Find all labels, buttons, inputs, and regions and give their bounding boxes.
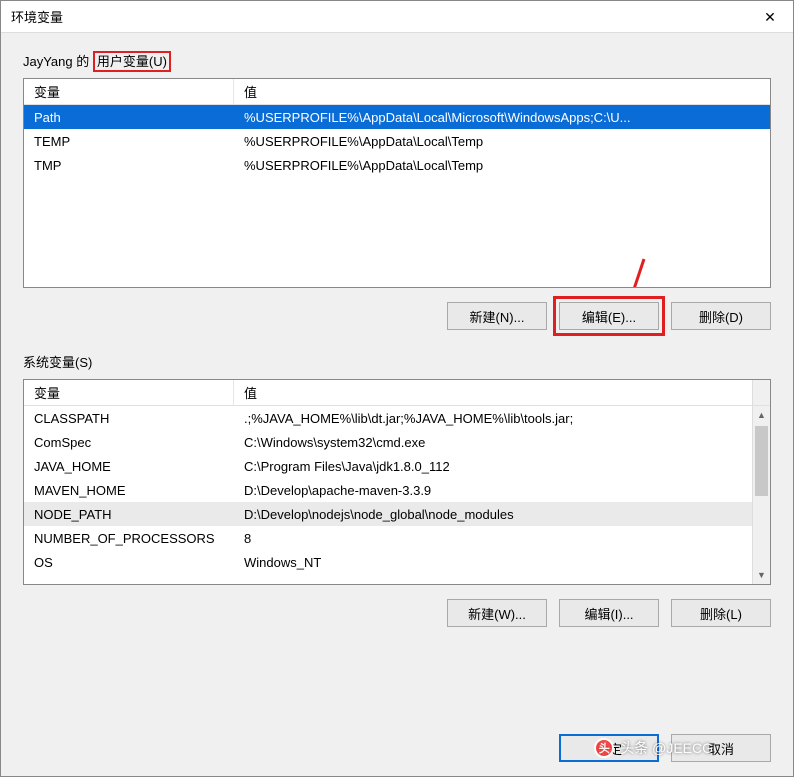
- arrow-annotation-icon: [584, 249, 664, 288]
- ok-button[interactable]: 确定: [559, 734, 659, 762]
- window-title: 环境变量: [11, 7, 63, 26]
- system-vars-label: 系统变量(S): [23, 352, 771, 371]
- col-header-value[interactable]: 值: [234, 79, 770, 104]
- dialog-content: JayYang 的 用户变量(U) 变量 值 Path %USERPROFILE…: [1, 33, 793, 687]
- user-vars-label: JayYang 的 用户变量(U): [23, 51, 771, 70]
- edit-system-var-button[interactable]: 编辑(I)...: [559, 599, 659, 627]
- col-header-variable[interactable]: 变量: [24, 79, 234, 104]
- list-header: 变量 值: [24, 380, 770, 406]
- list-row[interactable]: ComSpec C:\Windows\system32\cmd.exe: [24, 430, 752, 454]
- var-value: %USERPROFILE%\AppData\Local\Microsoft\Wi…: [234, 110, 770, 125]
- var-name: NUMBER_OF_PROCESSORS: [24, 531, 234, 546]
- var-value: %USERPROFILE%\AppData\Local\Temp: [234, 134, 770, 149]
- var-value: D:\Develop\apache-maven-3.3.9: [234, 483, 752, 498]
- var-name: TMP: [24, 158, 234, 173]
- col-header-value[interactable]: 值: [234, 380, 752, 405]
- var-name: JAVA_HOME: [24, 459, 234, 474]
- col-header-variable[interactable]: 变量: [24, 380, 234, 405]
- header-scroll-corner: [752, 380, 770, 405]
- vertical-scrollbar[interactable]: ▲ ▼: [752, 406, 770, 584]
- user-button-row: 新建(N)... 编辑(E)... 删除(D): [23, 302, 771, 330]
- var-value: .;%JAVA_HOME%\lib\dt.jar;%JAVA_HOME%\lib…: [234, 411, 752, 426]
- dialog-footer: 确定 取消: [559, 734, 771, 762]
- var-value: %USERPROFILE%\AppData\Local\Temp: [234, 158, 770, 173]
- delete-system-var-button[interactable]: 删除(L): [671, 599, 771, 627]
- list-row[interactable]: JAVA_HOME C:\Program Files\Java\jdk1.8.0…: [24, 454, 752, 478]
- var-name: Path: [24, 110, 234, 125]
- list-row[interactable]: CLASSPATH .;%JAVA_HOME%\lib\dt.jar;%JAVA…: [24, 406, 752, 430]
- cancel-button[interactable]: 取消: [671, 734, 771, 762]
- list-row[interactable]: Path %USERPROFILE%\AppData\Local\Microso…: [24, 105, 770, 129]
- user-vars-list[interactable]: 变量 值 Path %USERPROFILE%\AppData\Local\Mi…: [23, 78, 771, 288]
- var-name: CLASSPATH: [24, 411, 234, 426]
- var-value: C:\Windows\system32\cmd.exe: [234, 435, 752, 450]
- titlebar: 环境变量 ✕: [1, 1, 793, 33]
- list-row[interactable]: NUMBER_OF_PROCESSORS 8: [24, 526, 752, 550]
- scroll-up-icon[interactable]: ▲: [753, 406, 770, 424]
- env-vars-window: 环境变量 ✕ JayYang 的 用户变量(U) 变量 值 Path %USER…: [0, 0, 794, 777]
- var-name: TEMP: [24, 134, 234, 149]
- system-button-row: 新建(W)... 编辑(I)... 删除(L): [23, 599, 771, 627]
- var-name: OS: [24, 555, 234, 570]
- list-row[interactable]: TEMP %USERPROFILE%\AppData\Local\Temp: [24, 129, 770, 153]
- user-vars-highlight: 用户变量(U): [93, 51, 171, 72]
- system-list-body: CLASSPATH .;%JAVA_HOME%\lib\dt.jar;%JAVA…: [24, 406, 770, 574]
- close-icon: ✕: [764, 9, 776, 26]
- var-name: NODE_PATH: [24, 507, 234, 522]
- var-name: MAVEN_HOME: [24, 483, 234, 498]
- list-row[interactable]: MAVEN_HOME D:\Develop\apache-maven-3.3.9: [24, 478, 752, 502]
- new-user-var-button[interactable]: 新建(N)...: [447, 302, 547, 330]
- list-row[interactable]: TMP %USERPROFILE%\AppData\Local\Temp: [24, 153, 770, 177]
- new-system-var-button[interactable]: 新建(W)...: [447, 599, 547, 627]
- user-list-body: Path %USERPROFILE%\AppData\Local\Microso…: [24, 105, 770, 177]
- user-vars-prefix: JayYang 的: [23, 54, 93, 69]
- scroll-thumb[interactable]: [755, 426, 768, 496]
- list-row[interactable]: OS Windows_NT: [24, 550, 752, 574]
- delete-user-var-button[interactable]: 删除(D): [671, 302, 771, 330]
- var-value: C:\Program Files\Java\jdk1.8.0_112: [234, 459, 752, 474]
- close-button[interactable]: ✕: [747, 1, 793, 33]
- list-header: 变量 值: [24, 79, 770, 105]
- list-row[interactable]: NODE_PATH D:\Develop\nodejs\node_global\…: [24, 502, 752, 526]
- var-value: D:\Develop\nodejs\node_global\node_modul…: [234, 507, 752, 522]
- system-vars-list[interactable]: 变量 值 CLASSPATH .;%JAVA_HOME%\lib\dt.jar;…: [23, 379, 771, 585]
- edit-user-var-button[interactable]: 编辑(E)...: [559, 302, 659, 330]
- var-value: 8: [234, 531, 752, 546]
- var-value: Windows_NT: [234, 555, 752, 570]
- scroll-down-icon[interactable]: ▼: [753, 566, 770, 584]
- var-name: ComSpec: [24, 435, 234, 450]
